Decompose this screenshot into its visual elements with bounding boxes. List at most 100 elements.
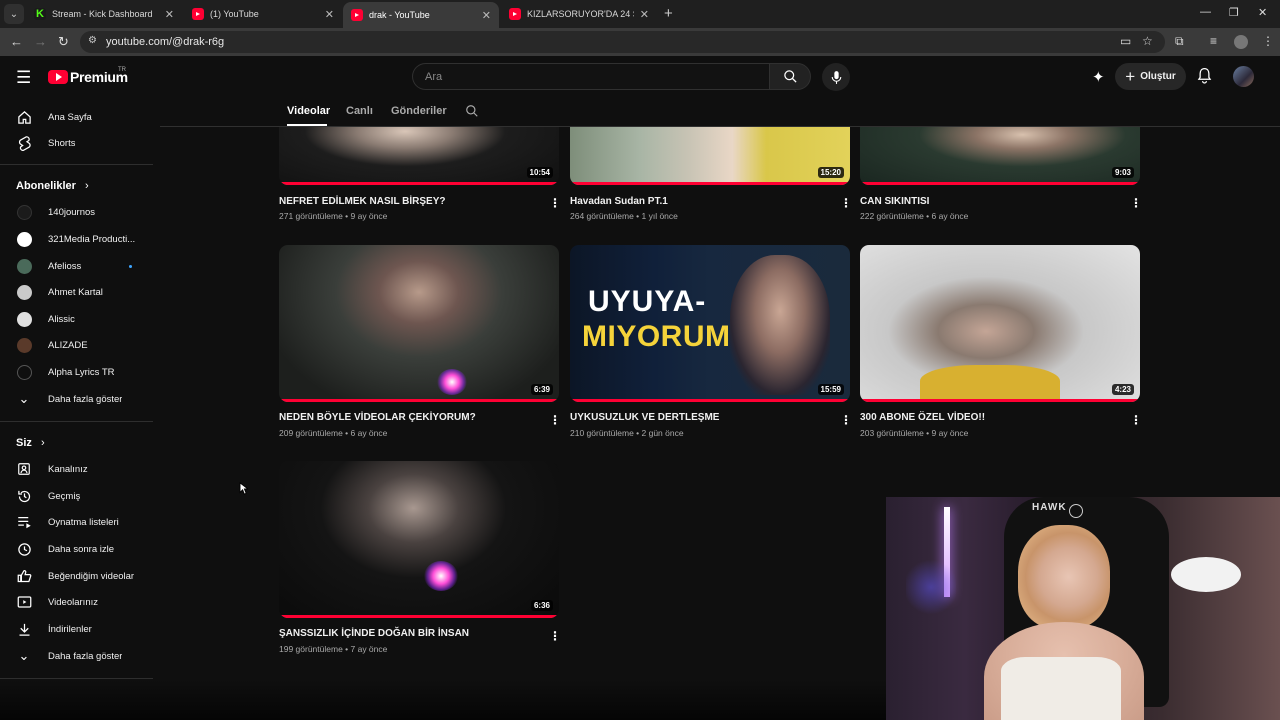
voice-search-button[interactable]	[822, 63, 850, 91]
watch-progress-bar	[860, 399, 1140, 402]
cast-icon[interactable]: ▭	[1120, 34, 1131, 48]
chair-logo-icon	[1069, 504, 1083, 518]
sidebar-item-label: ALIZADE	[48, 339, 88, 351]
sidebar-item-liked-videos[interactable]: Beğendiğim videolar	[0, 563, 154, 589]
tab-posts[interactable]: Gönderiler	[391, 105, 447, 117]
sidebar-item-label: 321Media Producti...	[48, 233, 136, 245]
site-info-icon[interactable]: ⚙	[88, 35, 97, 46]
reading-list-icon[interactable]: ≡	[1210, 34, 1217, 48]
browser-tab-drak[interactable]: drak - YouTube ✕	[343, 2, 499, 28]
notifications-bell-icon[interactable]	[1197, 67, 1212, 89]
sidebar-subscription[interactable]: Afelioss	[0, 253, 154, 279]
address-bar[interactable]	[80, 31, 1165, 53]
youtube-favicon-icon	[351, 9, 363, 21]
video-thumbnail[interactable]: 15:20	[570, 118, 850, 185]
create-button[interactable]: + Oluştur	[1115, 63, 1186, 90]
browser-tab-kizlarsoruyor[interactable]: KIZLARSORUYOR'DA 24 SAAT ✕	[501, 3, 657, 25]
video-thumbnail[interactable]: 10:54	[279, 118, 559, 185]
you-header[interactable]: Siz ›	[16, 437, 45, 449]
sidebar-subscription[interactable]: 140journos	[0, 199, 154, 225]
tab-live[interactable]: Canlı	[346, 105, 373, 117]
sidebar-item-label: Daha sonra izle	[48, 543, 115, 555]
sidebar-item-your-videos[interactable]: Videolarınız	[0, 589, 154, 615]
sidebar-item-watch-later[interactable]: Daha sonra izle	[0, 536, 154, 562]
new-tab-icon[interactable]: +	[664, 5, 673, 22]
sidebar-item-home[interactable]: Ana Sayfa	[0, 104, 154, 130]
video-thumbnail[interactable]: 9:03	[860, 118, 1140, 185]
guide-menu-icon[interactable]: ☰	[16, 68, 31, 88]
channel-search-icon[interactable]	[465, 104, 479, 123]
video-title[interactable]: Havadan Sudan PT.1	[570, 196, 668, 207]
back-icon[interactable]: ←	[10, 34, 23, 49]
video-title[interactable]: 300 ABONE ÖZEL VİDEO!!	[860, 412, 985, 423]
bookmark-star-icon[interactable]: ☆	[1142, 34, 1153, 48]
browser-menu-icon[interactable]: ⋮	[1262, 34, 1274, 48]
video-thumbnail[interactable]: 4:23	[860, 245, 1140, 402]
minimize-icon[interactable]: —	[1200, 6, 1211, 18]
sidebar-subscription[interactable]: 321Media Producti...	[0, 226, 154, 252]
forward-icon[interactable]: →	[34, 34, 47, 49]
more-actions-icon[interactable]: ⋮	[1130, 414, 1142, 426]
video-thumbnail[interactable]: UYUYA- MIYORUM 15:59	[570, 245, 850, 402]
sidebar-item-label: Geçmiş	[48, 490, 81, 502]
more-actions-icon[interactable]: ⋮	[549, 414, 561, 426]
sidebar-subscription[interactable]: Ahmet Kartal	[0, 279, 154, 305]
sidebar-item-label: Beğendiğim videolar	[48, 570, 135, 582]
video-title[interactable]: NEDEN BÖYLE VİDEOLAR ÇEKİYORUM?	[279, 412, 476, 423]
window-close-icon[interactable]: ✕	[1258, 6, 1267, 19]
account-avatar[interactable]	[1233, 66, 1254, 87]
subscriptions-header[interactable]: Abonelikler ›	[16, 180, 89, 192]
sidebar-item-label: Kanalınız	[48, 463, 88, 475]
channel-avatar	[17, 284, 32, 300]
watch-progress-bar	[570, 182, 850, 185]
more-actions-icon[interactable]: ⋮	[840, 197, 852, 209]
sidebar-show-more-subscriptions[interactable]: ⌄ Daha fazla göster	[0, 386, 154, 412]
video-title[interactable]: UYKUSUZLUK VE DERTLEŞME	[570, 412, 719, 423]
chevron-down-icon: ⌄	[18, 648, 30, 663]
purple-glow	[906, 557, 956, 617]
duration-badge: 15:20	[817, 167, 844, 178]
reload-icon[interactable]: ↻	[58, 34, 69, 50]
sidebar-item-history[interactable]: Geçmiş	[0, 483, 154, 509]
search-button[interactable]	[769, 63, 811, 90]
sidebar-item-shorts[interactable]: Shorts	[0, 130, 154, 156]
close-tab-icon[interactable]: ✕	[165, 8, 174, 21]
sidebar-show-more-you[interactable]: ⌄ Daha fazla göster	[0, 643, 154, 669]
mouse-cursor-icon	[239, 481, 250, 500]
sidebar-item-your-channel[interactable]: Kanalınız	[0, 456, 154, 482]
video-title[interactable]: NEFRET EDİLMEK NASIL BİRŞEY?	[279, 196, 446, 207]
more-actions-icon[interactable]: ⋮	[549, 197, 561, 209]
video-title[interactable]: CAN SIKINTISI	[860, 196, 929, 207]
webcam-overlay: HAWK	[886, 497, 1280, 720]
close-tab-icon[interactable]: ✕	[482, 9, 491, 22]
tab-search-icon[interactable]: ⌄	[4, 4, 24, 24]
sidebar-subscription[interactable]: ALIZADE	[0, 332, 154, 358]
sidebar-subscription[interactable]: Alpha Lyrics TR	[0, 359, 154, 385]
tab-videos[interactable]: Videolar	[287, 105, 330, 117]
video-thumbnail[interactable]: 6:39	[279, 245, 559, 402]
youtube-logo[interactable]: Premium	[48, 69, 128, 85]
page-bottom	[0, 680, 886, 720]
streamer-top	[1001, 657, 1121, 720]
browser-tab-youtube[interactable]: (1) YouTube ✕	[184, 3, 342, 25]
sidebar-item-playlists[interactable]: Oynatma listeleri	[0, 509, 154, 535]
more-actions-icon[interactable]: ⋮	[549, 630, 561, 642]
browser-tab-kick[interactable]: K Stream - Kick Dashboard ✕	[26, 3, 182, 25]
video-title[interactable]: ŞANSSIZLIK İÇİNDE DOĞAN BİR İNSAN	[279, 628, 469, 639]
sidebar-subscription[interactable]: Alissic	[0, 306, 154, 332]
close-tab-icon[interactable]: ✕	[640, 8, 649, 21]
more-actions-icon[interactable]: ⋮	[840, 414, 852, 426]
sidebar-item-downloads[interactable]: İndirilenler	[0, 616, 154, 642]
channel-avatar	[17, 231, 32, 247]
more-actions-icon[interactable]: ⋮	[1130, 197, 1142, 209]
extensions-icon[interactable]: ⧉	[1175, 34, 1184, 49]
view-count: 271 görüntüleme	[279, 211, 343, 221]
video-thumbnail[interactable]: 6:36	[279, 461, 559, 618]
restore-icon[interactable]: ❐	[1229, 6, 1239, 19]
studio-sparkle-icon[interactable]: ✦	[1092, 68, 1105, 86]
close-tab-icon[interactable]: ✕	[325, 8, 334, 21]
url-text[interactable]: youtube.com/@drak-r6g	[106, 36, 224, 48]
search-input[interactable]	[413, 64, 770, 89]
profile-avatar[interactable]	[1234, 35, 1248, 49]
tab-title: KIZLARSORUYOR'DA 24 SAAT	[527, 9, 634, 19]
